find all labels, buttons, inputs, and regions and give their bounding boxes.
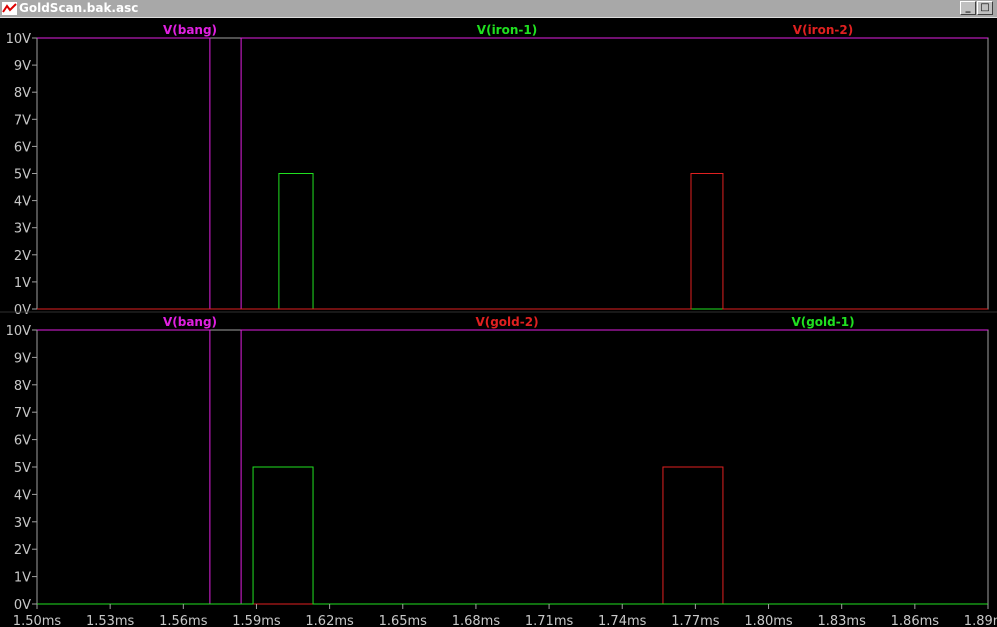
x-tick-label: 1.68ms [452,614,501,627]
x-tick-label: 1.50ms [13,614,62,627]
minimize-button[interactable]: _ [960,1,976,15]
y-tick-label: 2V [14,249,31,264]
y-tick-label: 3V [14,516,31,531]
trace-v-bang- [37,37,988,310]
x-tick-label: 1.83ms [817,614,866,627]
trace-v-gold-2- [37,466,988,605]
y-tick-label: 5V [14,168,31,183]
x-tick-label: 1.62ms [305,614,354,627]
y-tick-label: 9V [14,59,31,74]
trace-label[interactable]: V(gold-2) [475,315,538,329]
y-tick-label: 2V [14,543,31,558]
x-tick-label: 1.89ms [964,614,997,627]
x-tick-label: 1.86ms [891,614,940,627]
y-tick-label: 7V [14,406,31,421]
y-tick-label: 0V [14,303,31,318]
y-tick-label: 3V [14,222,31,237]
window-title: GoldScan.bak.asc [19,1,139,15]
x-tick-label: 1.59ms [232,614,281,627]
trace-v-iron-2- [37,173,988,310]
y-tick-label: 4V [14,195,31,210]
pane-1: 0V 1V 2V 3V 4V 5V 6V 7V 8V 9V 10V V(bang) V(iron-1) V… [0,23,997,318]
x-tick-label: 1.80ms [744,614,793,627]
y-tick-label: 10V [6,32,32,47]
plot-frame [36,37,989,310]
x-tick-label: 1.65ms [379,614,428,627]
y-tick-label: 7V [14,113,31,128]
trace-label[interactable]: V(iron-1) [477,23,537,37]
y-tick-label: 1V [14,276,31,291]
trace-v-iron-1- [37,173,988,310]
y-tick-label: 4V [14,488,31,503]
trace-v-bang- [37,329,988,605]
title-bar: GoldScan.bak.asc _ □ [0,0,997,18]
trace-label[interactable]: V(iron-2) [793,23,853,37]
y-tick-label: 6V [14,140,31,155]
x-tick-label: 1.53ms [86,614,135,627]
trace-label[interactable]: V(gold-1) [791,315,854,329]
x-tick-label: 1.77ms [671,614,720,627]
plot-frame [36,329,989,605]
y-tick-label: 9V [14,351,31,366]
y-tick-label: 8V [14,86,31,101]
x-tick-label: 1.71ms [525,614,574,627]
y-tick-label: 6V [14,434,31,449]
y-tick-label: 5V [14,461,31,476]
trace-label[interactable]: V(bang) [163,315,217,329]
x-tick-label: 1.56ms [159,614,208,627]
trace-label[interactable]: V(bang) [163,23,217,37]
trace-v-gold-1- [37,466,988,605]
y-tick-label: 0V [14,598,31,613]
maximize-button[interactable]: □ [977,1,993,15]
y-tick-label: 8V [14,379,31,394]
waveform-app-icon [2,2,17,15]
y-tick-label: 1V [14,571,31,586]
y-tick-label: 10V [6,324,32,339]
waveform-plot-area[interactable]: 0V 1V 2V 3V 4V 5V 6V 7V 8V 9V 10V V(bang) V(iron-1) V… [0,18,997,627]
x-tick-label: 1.74ms [598,614,647,627]
pane-2: 0V 1V 2V 3V 4V 5V 6V 7V 8V 9V 10V V(bang) V(gold-2) V… [6,315,989,613]
